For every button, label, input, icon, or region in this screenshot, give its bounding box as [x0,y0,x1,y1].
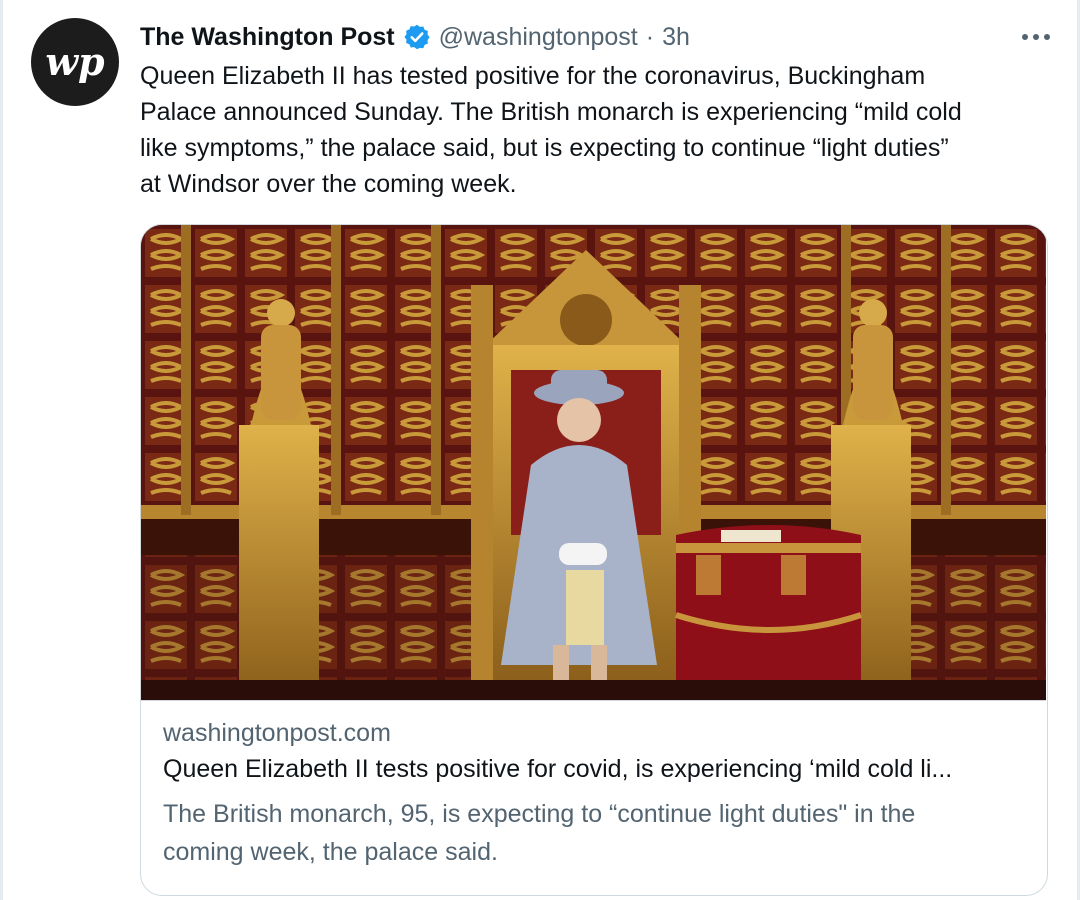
tweet-text: Queen Elizabeth II has tested positive f… [140,58,1045,202]
tweet-text-line: at Windsor over the coming week. [140,170,517,198]
more-dot [1044,34,1050,40]
link-card[interactable]: washingtonpost.com Queen Elizabeth II te… [140,224,1048,896]
wp-logo-icon: wp [45,39,105,84]
tweet-text-line: Palace announced Sunday. The British mon… [140,98,962,126]
card-title: Queen Elizabeth II tests positive for co… [163,755,953,783]
separator-dot: · [645,22,655,51]
avatar[interactable]: wp [31,18,119,106]
card-domain: washingtonpost.com [163,719,391,747]
more-dot [1022,34,1028,40]
tweet-header: The Washington Post @washingtonpost · 3h [140,19,690,55]
card-meta[interactable]: washingtonpost.com Queen Elizabeth II te… [141,700,1046,895]
svg-text:wp: wp [45,39,105,84]
card-description-line: The British monarch, 95, is expecting to… [163,800,916,828]
card-image[interactable] [141,225,1046,700]
more-horizontal-icon[interactable] [1022,22,1050,52]
more-dot [1033,34,1039,40]
card-description: The British monarch, 95, is expecting to… [163,795,1013,871]
tweet-text-line: Queen Elizabeth II has tested positive f… [140,62,926,90]
timestamp[interactable]: 3h [662,23,690,52]
handle[interactable]: @washingtonpost [439,23,638,52]
tweet-text-line: like symptoms,” the palace said, but is … [140,134,949,162]
display-name[interactable]: The Washington Post [140,23,395,52]
card-description-line: coming week, the palace said. [163,838,498,866]
verified-badge-icon [403,23,431,51]
frame-border-left [0,0,3,900]
